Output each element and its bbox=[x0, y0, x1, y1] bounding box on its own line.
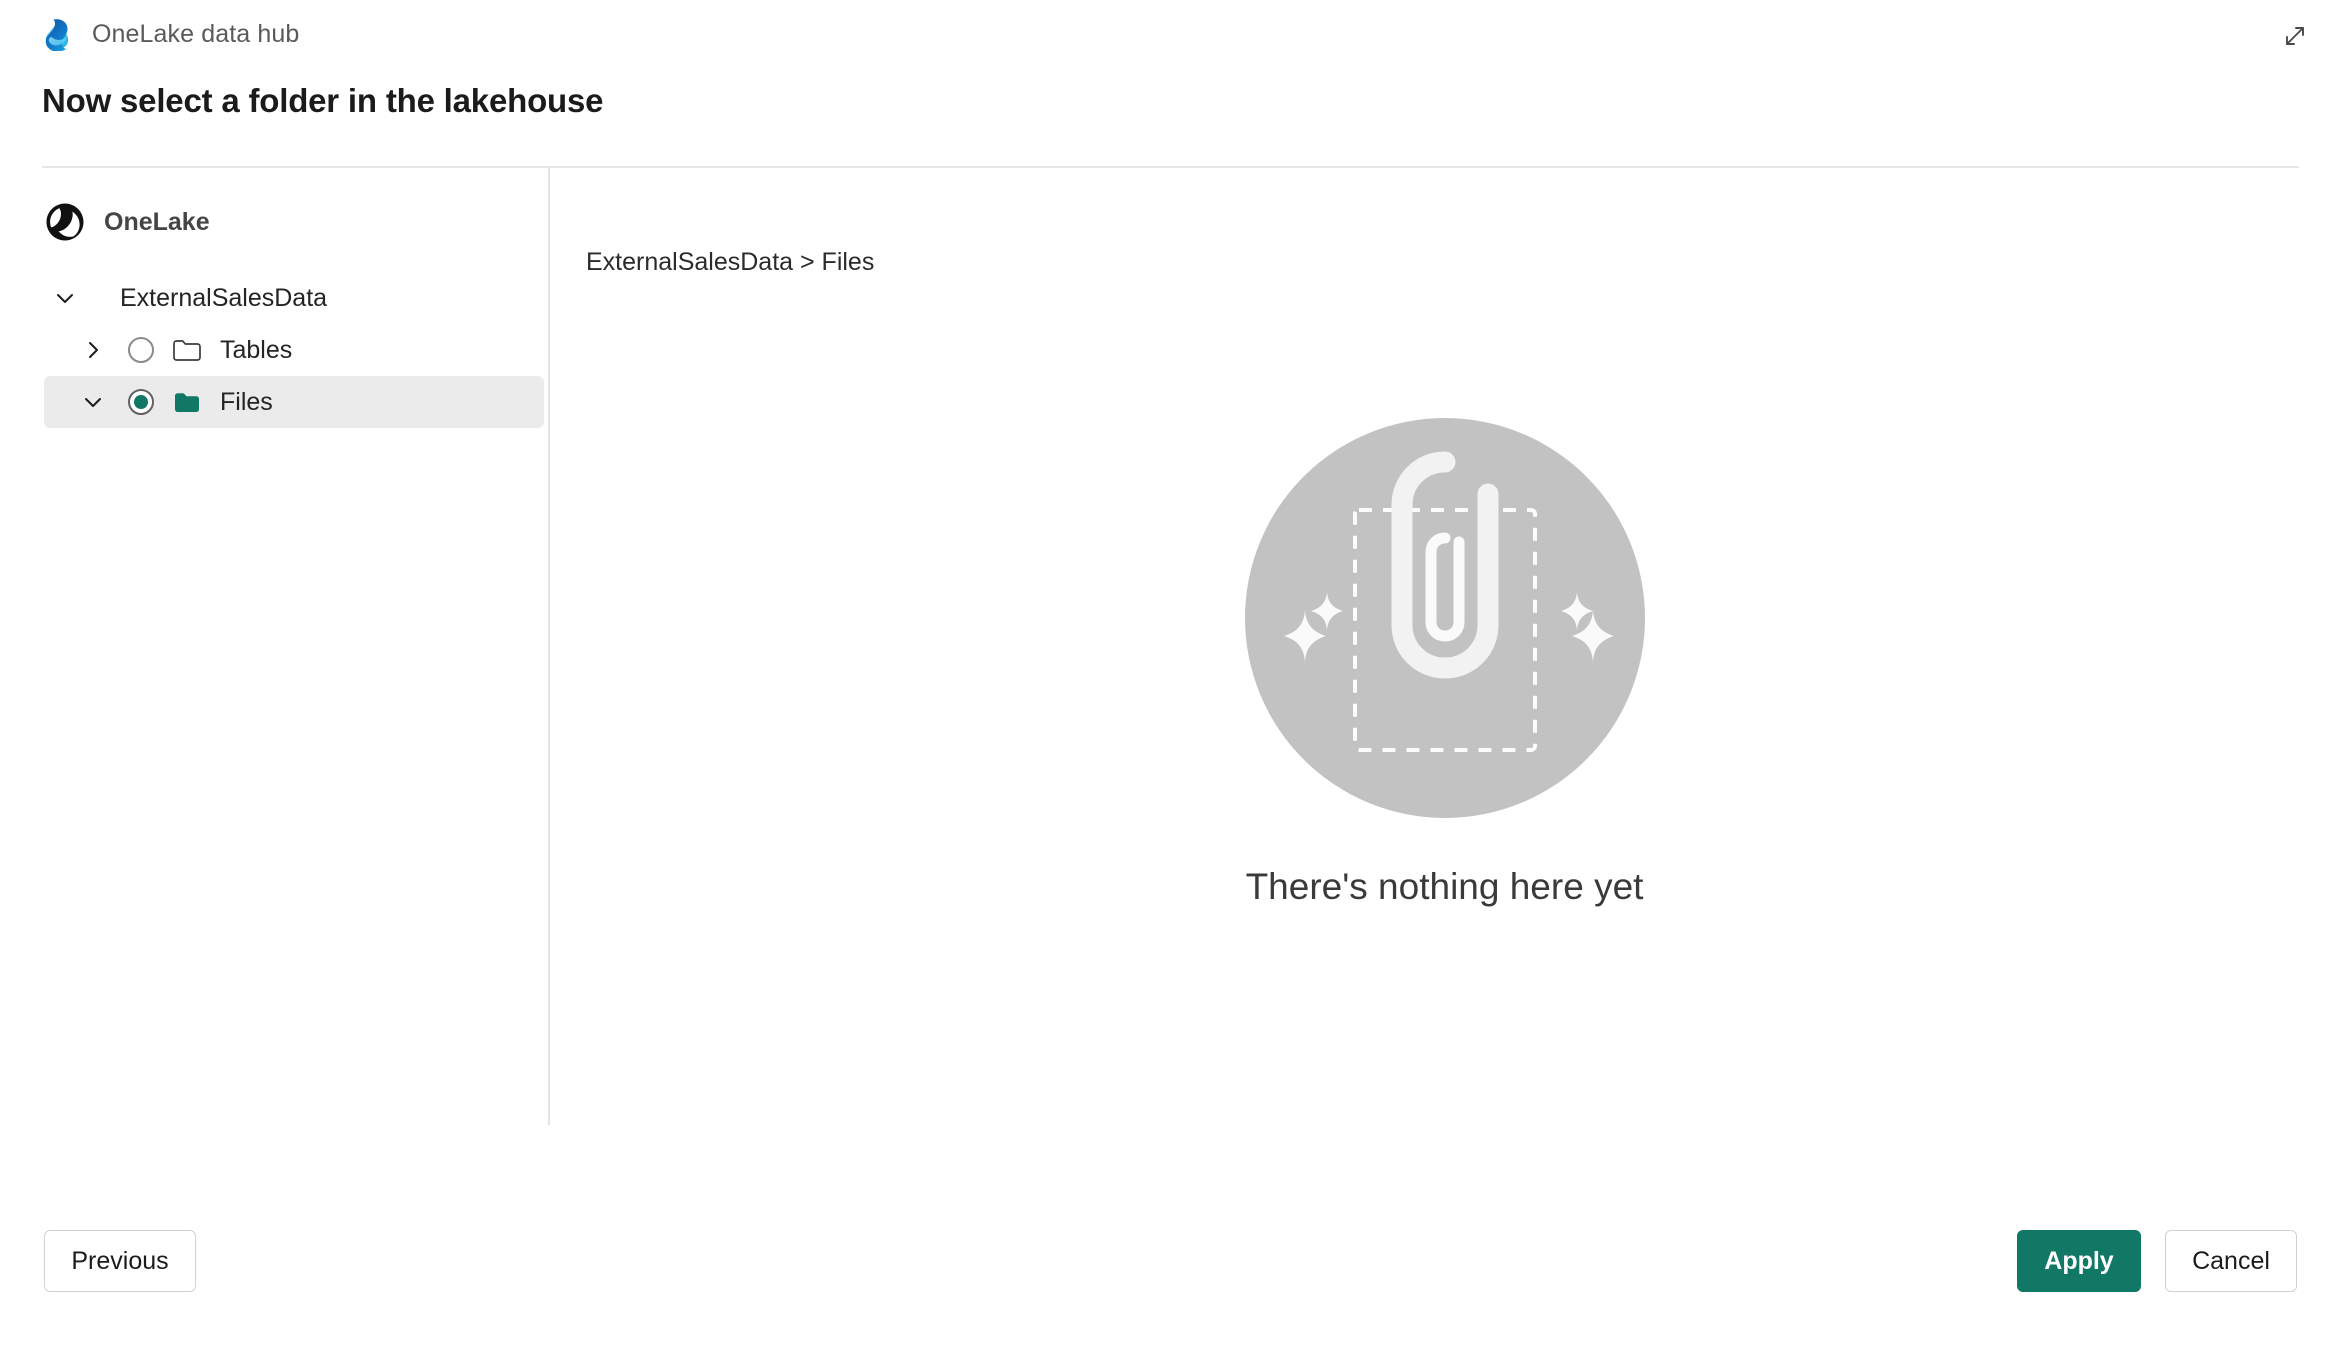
folder-filled-icon bbox=[172, 387, 202, 417]
empty-state: There's nothing here yet bbox=[550, 418, 2339, 908]
dialog-footer: Previous Apply Cancel bbox=[0, 1178, 2339, 1350]
tree-item-label: Files bbox=[220, 387, 273, 416]
tree-item-files[interactable]: Files bbox=[44, 376, 544, 428]
sidebar-root-label: OneLake bbox=[104, 207, 210, 236]
lakehouse-tree-sidebar: OneLake ExternalSalesData Tables Files bbox=[0, 168, 548, 1125]
expand-dialog-button[interactable] bbox=[2273, 14, 2317, 58]
chevron-down-icon[interactable] bbox=[52, 285, 78, 311]
content-pane: ExternalSalesData > Files There's nothin… bbox=[550, 168, 2339, 1125]
sidebar-root-onelake[interactable]: OneLake bbox=[0, 196, 548, 248]
onelake-droplet-icon bbox=[45, 19, 69, 51]
onelake-folder-picker-dialog: OneLake data hub Now select a folder in … bbox=[0, 0, 2339, 1350]
cancel-button[interactable]: Cancel bbox=[2165, 1230, 2297, 1292]
apply-button[interactable]: Apply bbox=[2017, 1230, 2141, 1292]
folder-outline-icon bbox=[172, 335, 202, 365]
chevron-down-icon[interactable] bbox=[80, 389, 106, 415]
paperclip-empty-folder-illustration bbox=[1244, 418, 1645, 818]
tree-item-radio-tables[interactable] bbox=[128, 337, 154, 363]
page-title: Now select a folder in the lakehouse bbox=[42, 82, 604, 119]
tree-item-label: ExternalSalesData bbox=[120, 283, 328, 312]
expand-diagonal-arrows-icon bbox=[2286, 27, 2304, 45]
folder-tree: ExternalSalesData Tables Files bbox=[0, 272, 548, 428]
tree-item-tables[interactable]: Tables bbox=[0, 324, 548, 376]
tree-item-label: Tables bbox=[220, 335, 293, 364]
onelake-circle-icon bbox=[46, 203, 84, 241]
app-title: OneLake data hub bbox=[92, 19, 300, 48]
dialog-titlebar: OneLake data hub bbox=[0, 0, 2339, 68]
tree-item-radio-files[interactable] bbox=[128, 389, 154, 415]
empty-state-message: There's nothing here yet bbox=[1245, 866, 1644, 907]
dialog-body: OneLake ExternalSalesData Tables Files E… bbox=[0, 168, 2339, 1178]
breadcrumb: ExternalSalesData > Files bbox=[586, 248, 875, 276]
chevron-right-icon[interactable] bbox=[80, 337, 106, 363]
previous-button[interactable]: Previous bbox=[44, 1230, 196, 1292]
tree-item-externalsalesdata[interactable]: ExternalSalesData bbox=[0, 272, 548, 324]
